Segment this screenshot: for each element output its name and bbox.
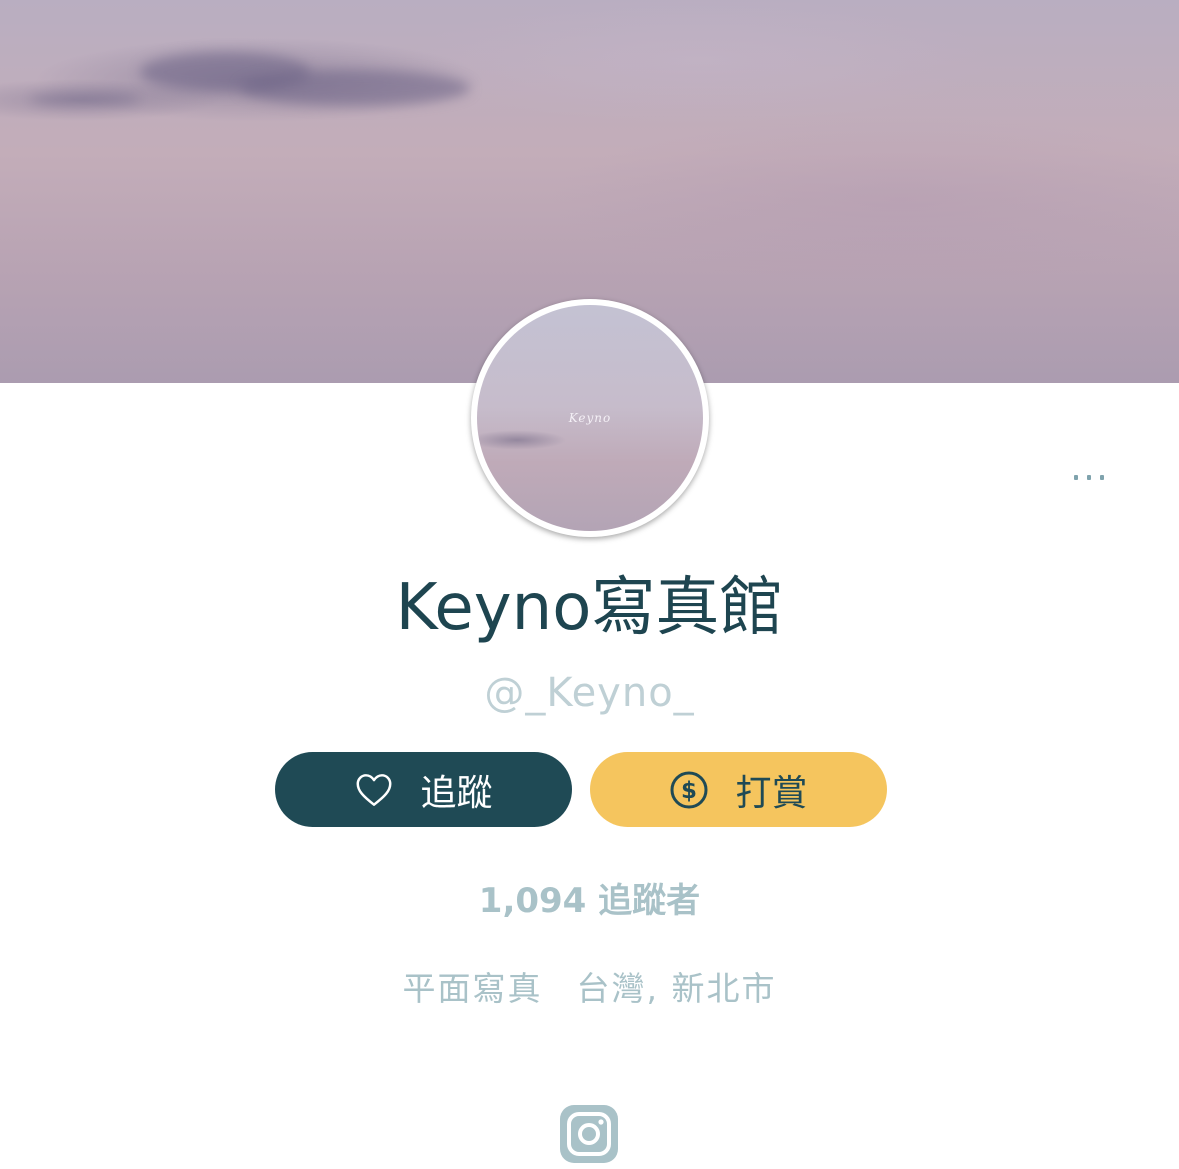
profile-name: Keyno寫真館 bbox=[395, 571, 784, 645]
profile-meta: 平面寫真 台灣, 新北市 bbox=[0, 964, 1179, 1014]
avatar-watermark: Keyno bbox=[568, 411, 612, 425]
svg-text:$: $ bbox=[681, 778, 697, 804]
dollar-circle-icon: $ bbox=[669, 770, 709, 810]
instagram-link[interactable] bbox=[558, 1103, 620, 1165]
avatar[interactable]: Keyno bbox=[471, 299, 709, 537]
cover-cloud bbox=[30, 92, 140, 106]
tip-button[interactable]: $ 打賞 bbox=[590, 752, 887, 827]
profile-handle: @_Keyno_ bbox=[484, 670, 695, 716]
profile-location: 台灣, 新北市 bbox=[576, 969, 777, 1008]
instagram-icon bbox=[560, 1105, 618, 1163]
more-dots-icon bbox=[1074, 474, 1078, 480]
more-dots-icon bbox=[1100, 474, 1104, 480]
more-dots-icon bbox=[1087, 474, 1091, 480]
profile-category: 平面寫真 bbox=[402, 969, 543, 1008]
follow-button[interactable]: 追蹤 bbox=[275, 752, 572, 827]
follow-label: 追蹤 bbox=[420, 772, 493, 814]
avatar-image: Keyno bbox=[477, 305, 703, 531]
follower-count[interactable]: 1,094 追蹤者 bbox=[0, 876, 1179, 926]
tip-label: 打賞 bbox=[735, 772, 808, 814]
heart-outline-icon bbox=[354, 770, 394, 810]
more-options-button[interactable] bbox=[1062, 460, 1116, 494]
cover-cloud bbox=[240, 70, 470, 106]
